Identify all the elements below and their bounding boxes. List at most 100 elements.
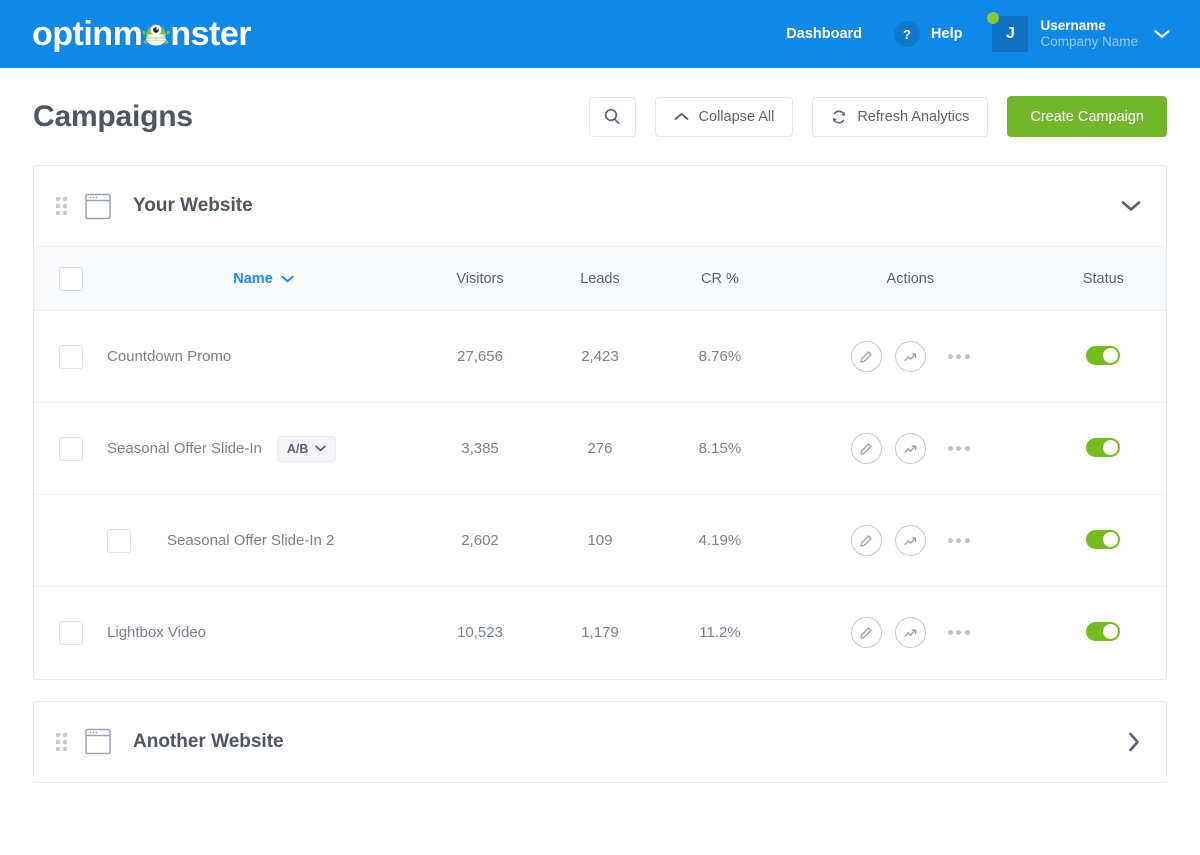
visitors-value: 2,602 — [461, 532, 499, 549]
table-row[interactable]: Seasonal Offer Slide-In 2 2,602 109 4.19… — [34, 495, 1166, 587]
website-panel-your-website: Your Website Name Visitors Leads CR % Ac… — [33, 165, 1167, 680]
campaign-name: Seasonal Offer Slide-In 2 — [167, 532, 335, 549]
drag-handle-icon[interactable] — [56, 732, 67, 751]
status-toggle[interactable] — [1086, 622, 1121, 642]
monster-mascot-icon — [141, 19, 171, 49]
table-row[interactable]: Seasonal Offer Slide-In A/B 3,385 276 8.… — [34, 403, 1166, 495]
row-checkbox[interactable] — [58, 436, 83, 461]
edit-campaign-button[interactable] — [850, 525, 882, 556]
visitors-value: 10,523 — [457, 624, 503, 642]
browser-window-icon — [85, 193, 111, 220]
ab-test-label: A/B — [286, 441, 309, 456]
status-toggle[interactable] — [1086, 530, 1121, 549]
analytics-button[interactable] — [894, 341, 926, 372]
campaign-name-cell: Seasonal Offer Slide-In A/B — [107, 403, 420, 495]
create-campaign-button[interactable]: Create Campaign — [1007, 96, 1167, 137]
status-toggle[interactable] — [1086, 438, 1121, 457]
leads-value: 109 — [587, 532, 613, 549]
panel-header[interactable]: Your Website — [34, 166, 1166, 246]
edit-campaign-button[interactable] — [850, 433, 882, 464]
logo-text-left: optinm — [32, 15, 143, 53]
column-header-name: Name — [107, 247, 420, 311]
row-select-cell — [34, 587, 107, 679]
refresh-analytics-label: Refresh Analytics — [857, 108, 970, 125]
table-body: Countdown Promo 27,656 2,423 8.76% Seaso… — [34, 311, 1166, 679]
table-header-row: Name Visitors Leads CR % Actions Status — [34, 246, 1166, 311]
column-header-leads: Leads — [580, 270, 620, 287]
campaigns-table: Name Visitors Leads CR % Actions Status — [34, 246, 1166, 679]
row-checkbox[interactable] — [58, 620, 83, 645]
visitors-value: 27,656 — [457, 348, 503, 365]
campaign-name-cell: Lightbox Video — [107, 587, 420, 679]
actions-cell — [780, 311, 1041, 403]
campaign-name-cell: Seasonal Offer Slide-In 2 — [107, 495, 420, 587]
row-checkbox[interactable] — [107, 528, 132, 553]
panel-title: Another Website — [133, 730, 284, 752]
cr-value: 11.2% — [699, 624, 741, 642]
chevron-down-icon[interactable] — [1154, 29, 1170, 39]
more-dots-icon[interactable] — [947, 630, 970, 636]
search-button[interactable] — [588, 96, 636, 137]
row-select-cell — [34, 495, 107, 587]
table-header: Name Visitors Leads CR % Actions Status — [34, 246, 1166, 311]
table-row[interactable]: Lightbox Video 10,523 1,179 11.2% — [34, 587, 1166, 679]
campaign-name: Seasonal Offer Slide-In — [107, 440, 262, 457]
chevron-right-icon[interactable] — [1127, 732, 1141, 752]
status-toggle[interactable] — [1086, 346, 1121, 365]
campaign-name: Lightbox Video — [107, 624, 207, 642]
collapse-all-button[interactable]: Collapse All — [654, 96, 794, 137]
ab-test-dropdown[interactable]: A/B — [276, 435, 337, 462]
more-dots-icon[interactable] — [947, 538, 970, 543]
drag-handle-icon[interactable] — [56, 197, 67, 215]
chevron-down-icon[interactable] — [1121, 200, 1141, 212]
website-panel-another-website: Another Website — [33, 700, 1167, 783]
dashboard-link[interactable]: Dashboard — [786, 26, 862, 42]
status-cell — [1041, 495, 1166, 587]
status-cell — [1041, 311, 1166, 403]
company-name: Company Name — [1040, 34, 1138, 49]
sort-by-name-button[interactable]: Name — [233, 271, 294, 287]
analytics-button[interactable] — [894, 617, 926, 649]
chevron-up-icon — [674, 112, 689, 121]
optinmonster-logo[interactable]: optinm nster — [32, 14, 251, 54]
leads-value: 2,423 — [581, 348, 619, 365]
actions-cell — [780, 587, 1041, 679]
cr-value: 8.15% — [698, 440, 742, 457]
refresh-analytics-button[interactable]: Refresh Analytics — [812, 96, 989, 137]
analytics-button[interactable] — [894, 525, 926, 556]
visitors-value: 3,385 — [461, 440, 499, 457]
more-dots-icon[interactable] — [947, 446, 970, 451]
user-meta: Username Company Name — [1040, 18, 1138, 50]
analytics-button[interactable] — [894, 433, 926, 464]
table-row[interactable]: Countdown Promo 27,656 2,423 8.76% — [34, 311, 1166, 403]
question-mark-icon: ? — [894, 21, 921, 47]
column-header-visitors: Visitors — [456, 270, 504, 287]
help-button[interactable]: ? Help — [894, 21, 962, 47]
chevron-down-icon — [281, 275, 294, 283]
status-cell — [1041, 403, 1166, 495]
column-label-name: Name — [233, 270, 273, 287]
browser-window-icon — [85, 728, 111, 755]
row-select-cell — [34, 403, 107, 495]
user-account-menu[interactable]: J Username Company Name — [987, 12, 1170, 52]
row-checkbox[interactable] — [58, 344, 83, 369]
leads-value: 1,179 — [581, 624, 619, 642]
actions-cell — [780, 403, 1041, 495]
topbar-right-group: Dashboard ? Help J Username Company Name — [786, 12, 1170, 52]
avatar: J — [987, 12, 1029, 52]
page-header: Campaigns Collapse All Refresh Analytics… — [0, 68, 1200, 165]
select-all-checkbox[interactable] — [58, 266, 83, 291]
collapse-all-label: Collapse All — [698, 108, 775, 125]
help-label: Help — [931, 26, 963, 42]
column-header-actions: Actions — [886, 270, 935, 287]
more-dots-icon[interactable] — [947, 354, 970, 359]
cr-value: 8.76% — [698, 348, 742, 365]
page-title: Campaigns — [33, 99, 193, 133]
status-cell — [1041, 587, 1166, 679]
column-header-cr: CR % — [701, 270, 739, 287]
panel-title: Your Website — [133, 195, 253, 216]
search-icon — [604, 108, 621, 125]
edit-campaign-button[interactable] — [850, 617, 882, 649]
panel-header[interactable]: Another Website — [34, 702, 1166, 782]
edit-campaign-button[interactable] — [850, 341, 882, 372]
